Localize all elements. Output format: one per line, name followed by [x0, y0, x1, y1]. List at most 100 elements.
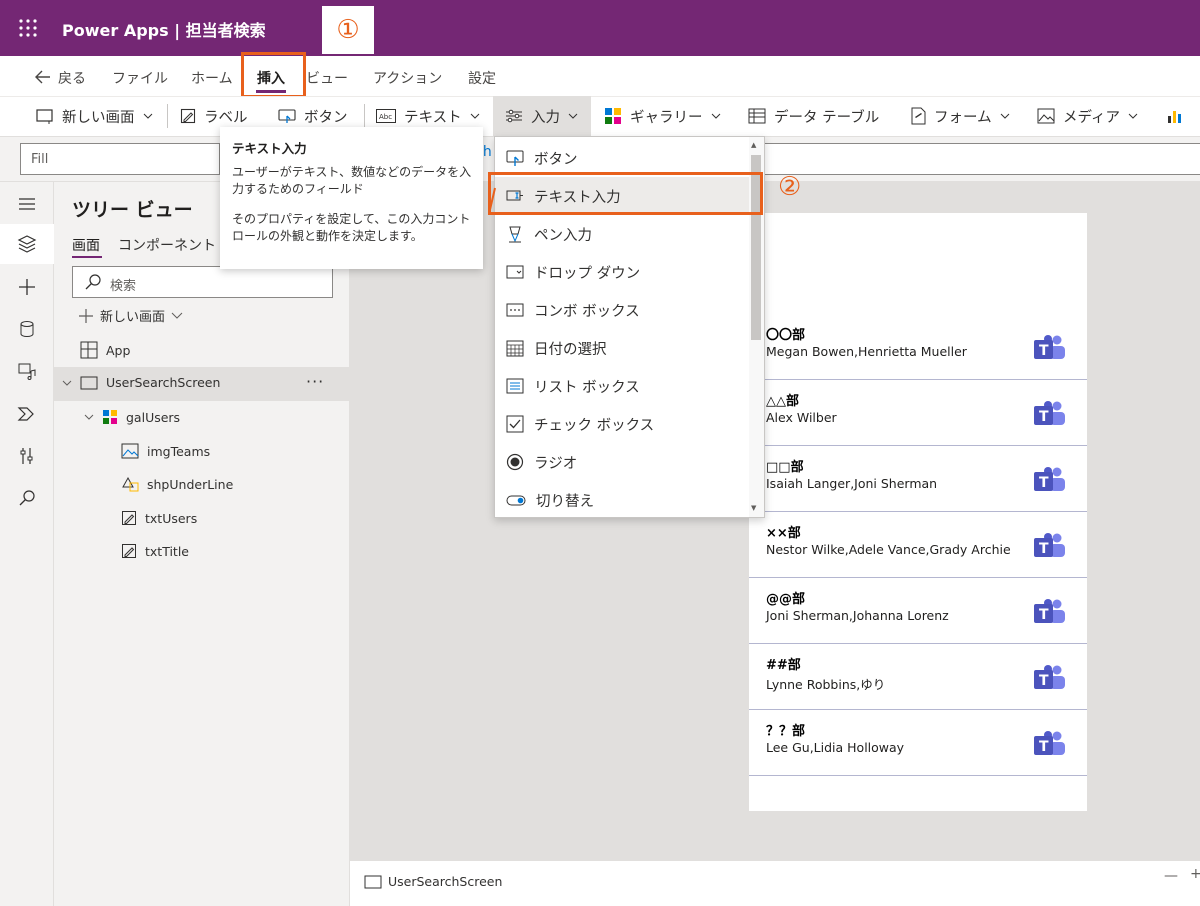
dropdown-item-label: 日付の選択 [534, 341, 607, 358]
svg-text:T: T [1039, 409, 1049, 425]
layers-icon[interactable] [17, 234, 37, 254]
tab-screens[interactable]: 画面 [72, 235, 100, 255]
zoom-in-button[interactable]: + [1190, 866, 1200, 882]
label-icon [122, 511, 136, 525]
pointer-arrow-icon [487, 186, 497, 216]
ribbon-gallery[interactable]: ギャラリー [604, 106, 721, 126]
menu-file[interactable]: ファイル [112, 68, 168, 88]
gallery-row[interactable]: □□部 Isaiah Langer,Joni Sherman T [749, 446, 1087, 512]
ribbon-media[interactable]: メディア [1037, 106, 1138, 126]
ribbon-charts[interactable] [1166, 106, 1184, 126]
dropdown-item-pen[interactable]: ペン入力 [506, 223, 592, 245]
dropdown-item-toggle[interactable]: 切り替え [506, 489, 594, 511]
teams-icon[interactable]: T [1033, 598, 1067, 628]
tree-view-title: ツリー ビュー [72, 199, 193, 221]
search-icon[interactable] [17, 488, 37, 508]
status-screen-label: UserSearchScreen [388, 874, 503, 889]
tree-item-gallery[interactable]: galUsers [84, 409, 180, 425]
tree-item-app[interactable]: App [80, 341, 130, 359]
teams-icon[interactable]: T [1033, 664, 1067, 694]
gallery-row[interactable]: △△部 Alex Wilber T [749, 380, 1087, 446]
ribbon-text[interactable]: Abc テキスト [376, 106, 480, 126]
text-icon: Abc [376, 109, 396, 123]
teams-icon[interactable]: T [1033, 730, 1067, 760]
teams-icon[interactable]: T [1033, 466, 1067, 496]
menu-back[interactable]: 戻る [58, 68, 86, 88]
gallery-row[interactable]: ？？部 Lee Gu,Lidia Holloway T [749, 710, 1087, 776]
svg-text:T: T [1039, 673, 1049, 689]
dropdown-item-button[interactable]: ボタン [506, 147, 578, 169]
zoom-out-button[interactable]: — [1164, 868, 1178, 884]
teams-icon[interactable]: T [1033, 400, 1067, 430]
form-icon [911, 107, 926, 125]
dropdown-item-dropdown[interactable]: ドロップ ダウン [506, 261, 640, 283]
scroll-down-arrow-icon[interactable]: ▼ [751, 504, 756, 512]
menu-view[interactable]: ビュー [306, 68, 348, 88]
menu-home[interactable]: ホーム [191, 68, 233, 88]
tree-item-txt-title[interactable]: txtTitle [121, 543, 189, 559]
hamburger-icon[interactable] [17, 194, 37, 214]
menu-action[interactable]: アクション [373, 68, 442, 88]
property-selector[interactable]: Fill [20, 143, 220, 175]
menu-settings[interactable]: 設定 [468, 68, 496, 88]
gallery-icon [103, 410, 117, 424]
ribbon-label[interactable]: ラベル [180, 106, 248, 126]
tree-item-txt-users[interactable]: txtUsers [121, 510, 197, 526]
tree-item-img[interactable]: imgTeams [121, 443, 210, 459]
database-icon[interactable] [17, 319, 37, 339]
screen-icon [364, 875, 382, 888]
gallery-row[interactable]: ××部 Nestor Wilke,Adele Vance,Grady Archi… [749, 512, 1087, 578]
toggle-icon [506, 495, 526, 506]
power-automate-icon[interactable] [17, 404, 37, 424]
tree-item-shape-label: shpUnderLine [147, 476, 234, 492]
advanced-tools-icon[interactable] [17, 446, 37, 466]
chart-icon [1168, 111, 1181, 123]
dropdown-item-label: リスト ボックス [534, 379, 640, 396]
tooltip-description: ユーザーがテキスト、数値などのデータを入力するためのフィールド [232, 165, 472, 196]
plus-icon[interactable] [17, 277, 37, 297]
dropdown-item-checkbox[interactable]: チェック ボックス [506, 413, 654, 435]
ribbon-button[interactable]: ボタン [278, 106, 348, 126]
ribbon-new-screen[interactable]: 新しい画面 [36, 106, 153, 126]
ribbon-form-label: フォーム [934, 109, 992, 126]
dropdown-item-combobox[interactable]: コンボ ボックス [506, 299, 640, 321]
gallery-row[interactable]: @@部 Joni Sherman,Johanna Lorenz T [749, 578, 1087, 644]
dropdown-item-listbox[interactable]: リスト ボックス [506, 375, 640, 397]
tooltip-title: テキスト入力 [232, 141, 307, 156]
teams-icon[interactable]: T [1033, 532, 1067, 562]
gallery-dept: △△部 [766, 394, 799, 409]
ribbon-data-table[interactable]: データ テーブル [748, 106, 879, 126]
more-options-icon[interactable]: ··· [306, 372, 324, 391]
dropdown-icon [506, 265, 524, 279]
svg-text:T: T [1039, 541, 1049, 557]
tab-components[interactable]: コンポーネント [118, 235, 216, 255]
svg-text:T: T [1039, 607, 1049, 623]
ribbon-input[interactable]: 入力 [505, 106, 578, 126]
radio-icon [506, 453, 524, 471]
chevron-down-icon [171, 312, 183, 319]
dropdown-item-label: コンボ ボックス [534, 303, 640, 320]
gallery-row[interactable]: 〇〇部 Megan Bowen,Henrietta Mueller T [749, 314, 1087, 380]
tree-item-screen[interactable]: UserSearchScreen [62, 375, 220, 390]
checkbox-icon [506, 415, 524, 433]
tree-item-shape[interactable]: shpUnderLine [121, 476, 233, 492]
label-icon [122, 544, 136, 558]
status-screen-selector[interactable]: UserSearchScreen [364, 874, 502, 889]
formula-input[interactable] [760, 143, 1200, 175]
shapes-icon [122, 476, 139, 492]
gallery-users: Megan Bowen,Henrietta Mueller [766, 344, 967, 359]
teams-icon[interactable]: T [1033, 334, 1067, 364]
gallery-row[interactable]: ##部 Lynne Robbins,ゆり T [749, 644, 1087, 710]
gallery-dept: @@部 [766, 592, 806, 607]
dropdown-item-date[interactable]: 日付の選択 [506, 337, 607, 359]
tree-new-screen-button[interactable]: 新しい画面 [78, 306, 183, 325]
scroll-up-arrow-icon[interactable]: ▲ [751, 141, 756, 149]
app-launcher-icon[interactable] [18, 18, 38, 38]
media-library-icon[interactable] [17, 361, 37, 381]
ribbon-form[interactable]: フォーム [910, 106, 1010, 126]
dropdown-item-radio[interactable]: ラジオ [506, 451, 577, 473]
back-arrow-icon[interactable] [34, 68, 52, 86]
chevron-down-icon [84, 414, 94, 420]
dropdown-item-label: ボタン [534, 151, 578, 168]
tree-item-txt-users-label: txtUsers [145, 510, 198, 526]
